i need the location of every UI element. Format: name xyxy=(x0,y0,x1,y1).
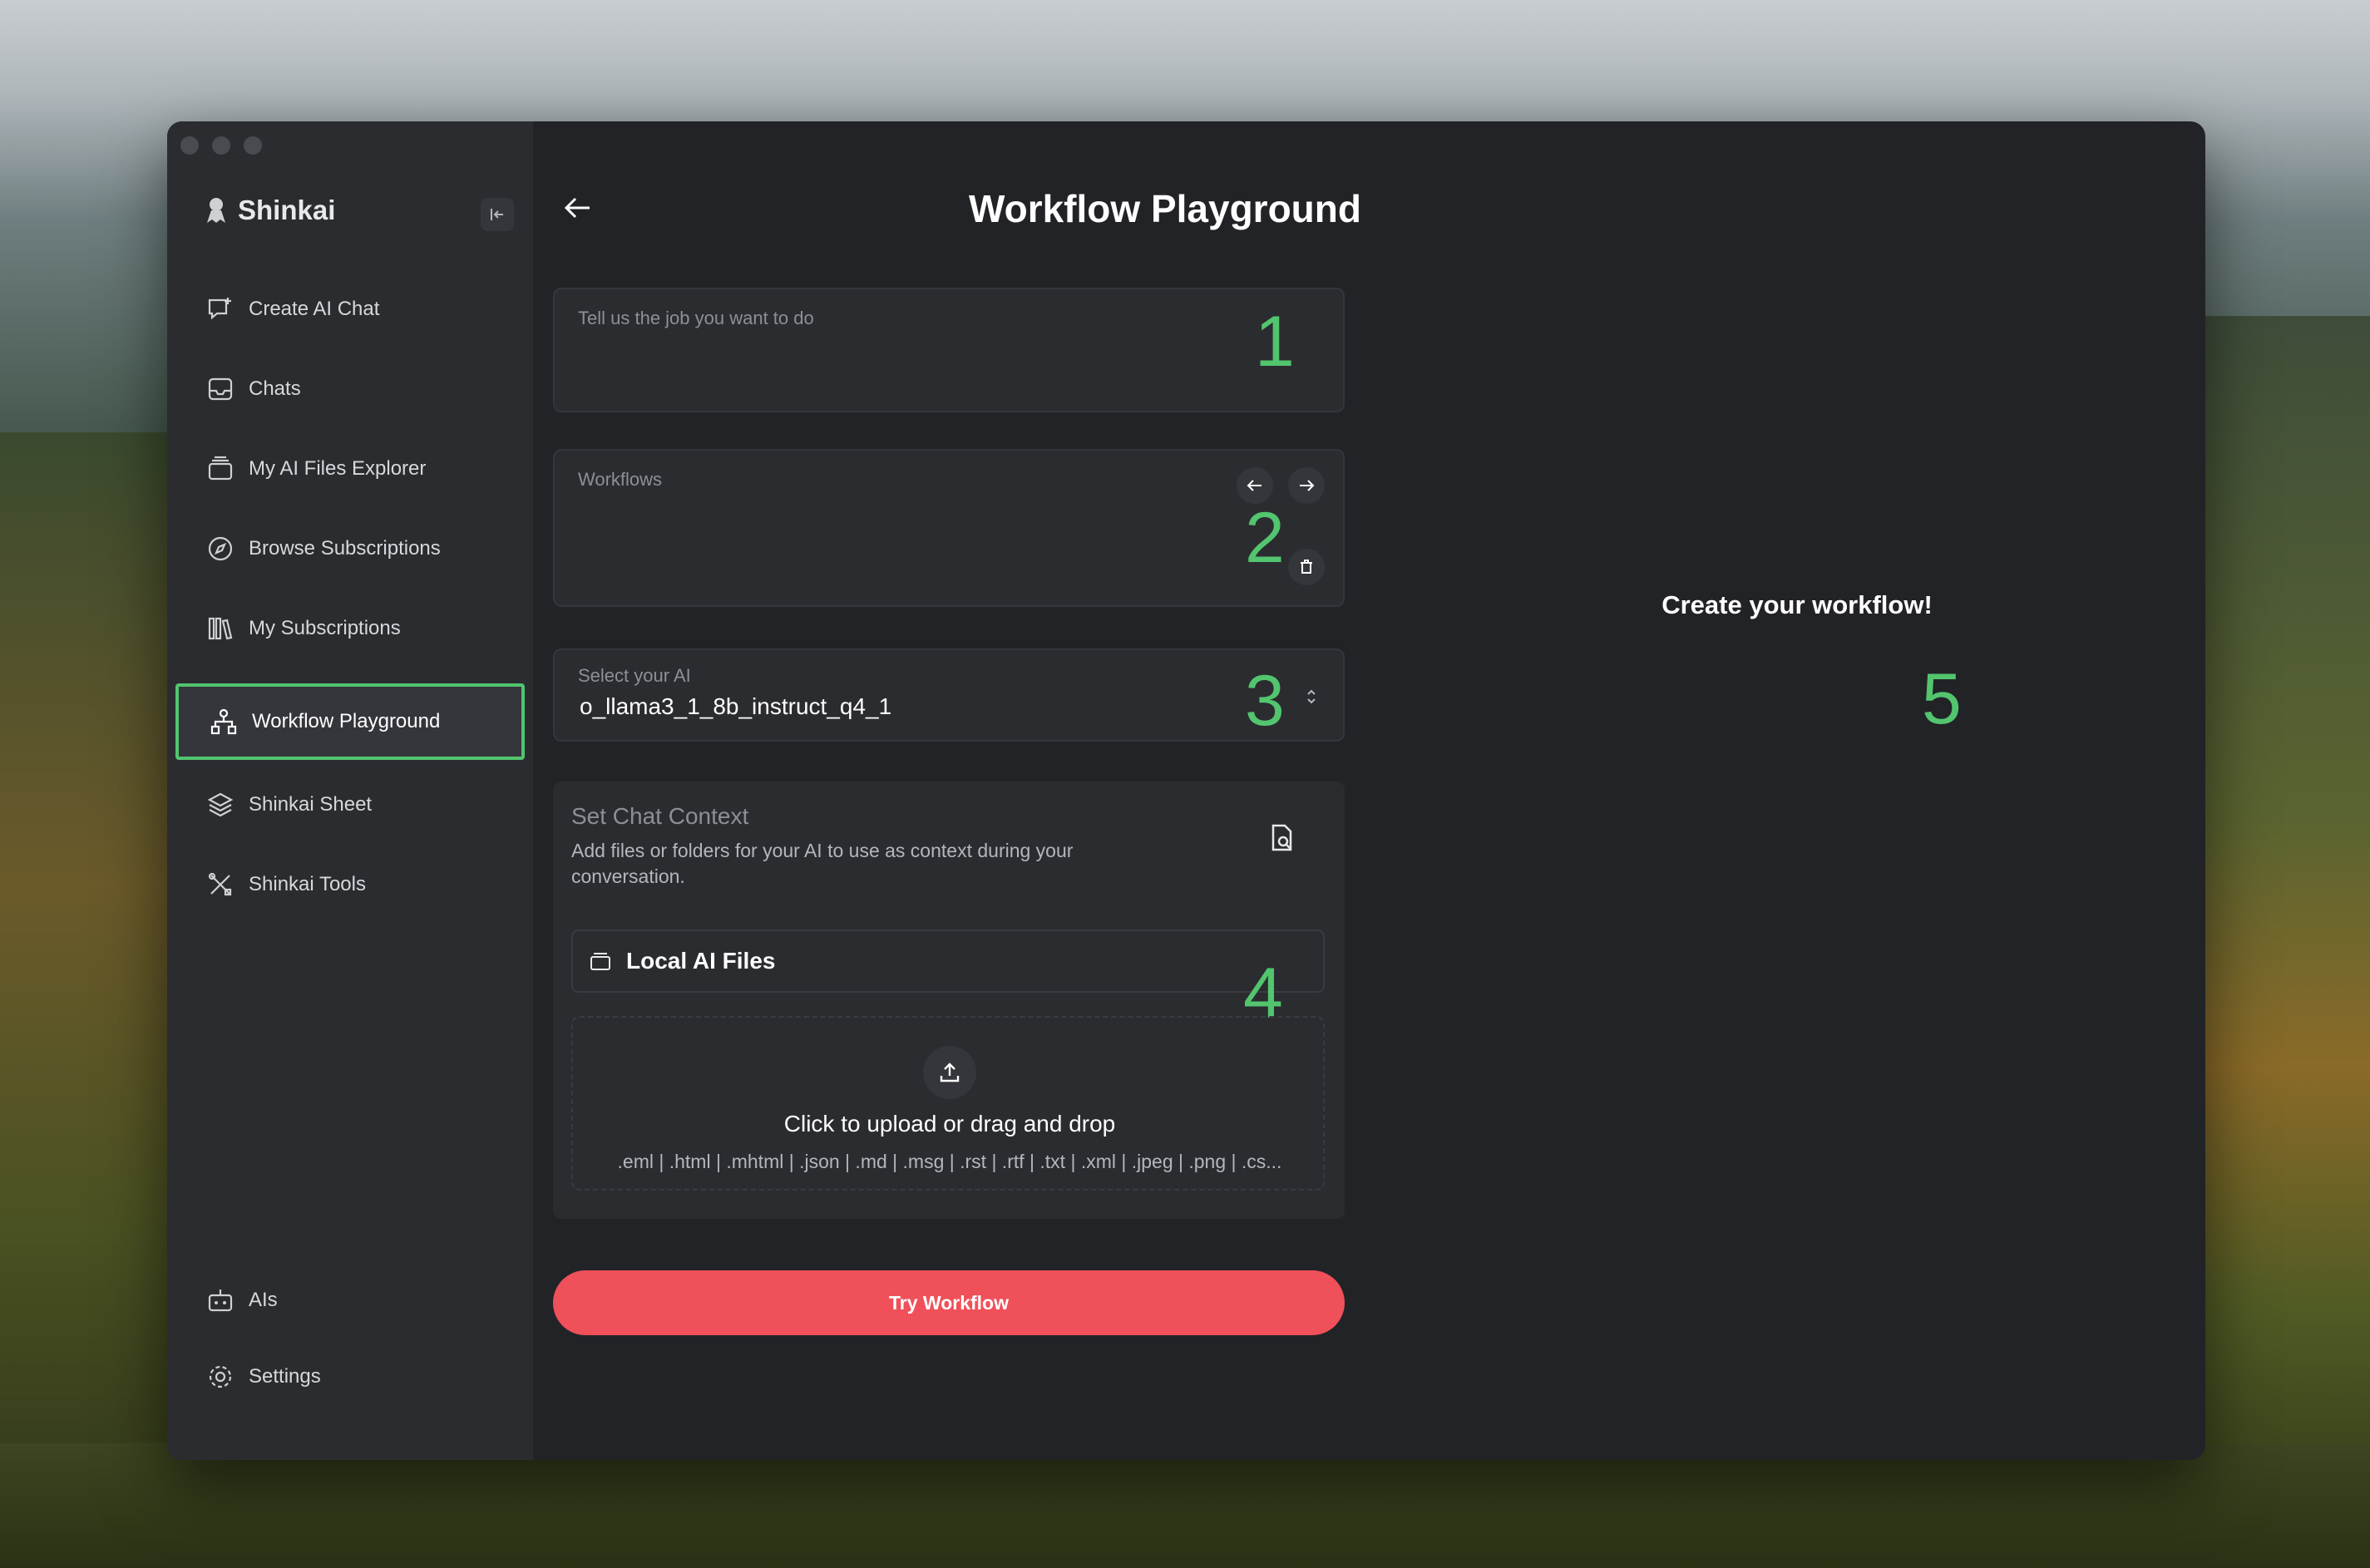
delete-workflow-button[interactable] xyxy=(1288,549,1325,585)
workflows-panel: Workflows 2 xyxy=(553,449,1345,607)
trash-icon xyxy=(1301,560,1312,574)
maximize-window-button[interactable] xyxy=(244,136,262,155)
sidebar-item-label: My AI Files Explorer xyxy=(249,457,427,480)
collapse-icon xyxy=(491,209,503,220)
step-number-1: 1 xyxy=(1255,302,1295,382)
chat-context-panel: Set Chat Context Add files or folders fo… xyxy=(553,782,1345,1219)
layers-icon xyxy=(207,792,234,817)
sidebar-item-label: Workflow Playground xyxy=(252,710,441,732)
arrow-right-icon xyxy=(1300,480,1315,491)
sidebar-item-my-subscriptions[interactable]: My Subscriptions xyxy=(175,590,525,667)
sidebar-item-label: Browse Subscriptions xyxy=(249,537,441,560)
compass-icon xyxy=(208,536,233,561)
step-number-3: 3 xyxy=(1245,661,1285,741)
ai-select-value: o_llama3_1_8b_instruct_q4_1 xyxy=(580,693,892,719)
file-search-icon xyxy=(1271,824,1292,851)
arrow-left-icon xyxy=(1247,480,1262,491)
robot-icon xyxy=(208,1289,233,1312)
sidebar-item-label: Chats xyxy=(249,377,301,400)
sidebar-item-create-ai-chat[interactable]: Create AI Chat xyxy=(175,271,525,348)
sidebar-item-shinkai-tools[interactable]: Shinkai Tools xyxy=(175,846,525,923)
file-search-button[interactable] xyxy=(1265,821,1298,859)
sidebar-item-settings[interactable]: Settings xyxy=(175,1339,525,1415)
sidebar-item-shinkai-sheet[interactable]: Shinkai Sheet xyxy=(175,767,525,843)
output-empty-title: Create your workflow! xyxy=(1661,590,1933,619)
file-upload-dropzone[interactable]: Click to upload or drag and drop .eml | … xyxy=(571,1016,1325,1191)
sidebar-item-label: Shinkai Tools xyxy=(249,873,366,895)
sidebar-item-label: Settings xyxy=(249,1365,321,1388)
sidebar-item-label: My Subscriptions xyxy=(249,617,401,639)
gear-icon xyxy=(209,1365,232,1388)
sidebar-item-ais[interactable]: AIs xyxy=(175,1262,525,1339)
shinkai-logo-icon xyxy=(207,198,225,223)
inbox-icon xyxy=(208,377,233,401)
sidebar-item-label: Create AI Chat xyxy=(249,298,380,320)
back-button[interactable] xyxy=(558,188,598,228)
chat-plus-icon xyxy=(208,298,231,320)
files-icon xyxy=(590,953,610,970)
step-number-2: 2 xyxy=(1245,498,1285,578)
sidebar-item-ai-files-explorer[interactable]: My AI Files Explorer xyxy=(175,431,525,507)
window-controls xyxy=(180,136,262,155)
upload-icon-wrapper xyxy=(923,1046,976,1099)
app-logo: Shinkai xyxy=(205,195,335,226)
close-window-button[interactable] xyxy=(180,136,199,155)
sidebar-item-label: AIs xyxy=(249,1289,278,1311)
sidebar-item-label: Shinkai Sheet xyxy=(249,793,373,816)
sidebar-item-browse-subscriptions[interactable]: Browse Subscriptions xyxy=(175,510,525,587)
page-title: Workflow Playground xyxy=(969,187,1361,230)
sidebar-item-chats[interactable]: Chats xyxy=(175,351,525,427)
tools-icon xyxy=(208,872,232,896)
workflows-label: Workflows xyxy=(578,469,663,490)
workflow-icon xyxy=(210,708,237,735)
local-ai-files-label: Local AI Files xyxy=(626,948,776,974)
library-icon xyxy=(208,617,233,640)
chat-context-title: Set Chat Context xyxy=(571,803,749,829)
local-ai-files-button[interactable]: Local AI Files xyxy=(571,929,1325,993)
job-input-field[interactable]: Tell us the job you want to do 1 xyxy=(553,288,1345,412)
app-name: Shinkai xyxy=(238,195,336,225)
upload-title: Click to upload or drag and drop xyxy=(783,1111,1116,1137)
minimize-window-button[interactable] xyxy=(212,136,230,155)
try-workflow-button[interactable]: Try Workflow xyxy=(553,1270,1345,1335)
job-input-placeholder: Tell us the job you want to do xyxy=(578,308,814,328)
next-workflow-button[interactable] xyxy=(1288,467,1325,504)
files-icon xyxy=(208,456,233,481)
chat-context-description: Add files or folders for your AI to use … xyxy=(571,840,1074,887)
app-window: Shinkai Create AI Chat Chats My AI Files… xyxy=(167,121,2205,1460)
arrow-left-icon xyxy=(564,197,590,219)
step-number-5: 5 xyxy=(1922,659,1962,739)
collapse-sidebar-button[interactable] xyxy=(481,198,514,231)
ai-select-dropdown[interactable]: Select your AI o_llama3_1_8b_instruct_q4… xyxy=(553,648,1345,742)
upload-file-types: .eml | .html | .mhtml | .json | .md | .m… xyxy=(617,1151,1282,1172)
main-content: Workflow Playground Tell us the job you … xyxy=(533,121,2205,1460)
upload-icon xyxy=(940,1063,960,1082)
ai-select-label: Select your AI xyxy=(578,665,691,686)
chevron-up-down-icon xyxy=(1307,689,1316,704)
sidebar-item-workflow-playground[interactable]: Workflow Playground xyxy=(175,683,525,760)
sidebar: Shinkai Create AI Chat Chats My AI Files… xyxy=(167,121,533,1460)
